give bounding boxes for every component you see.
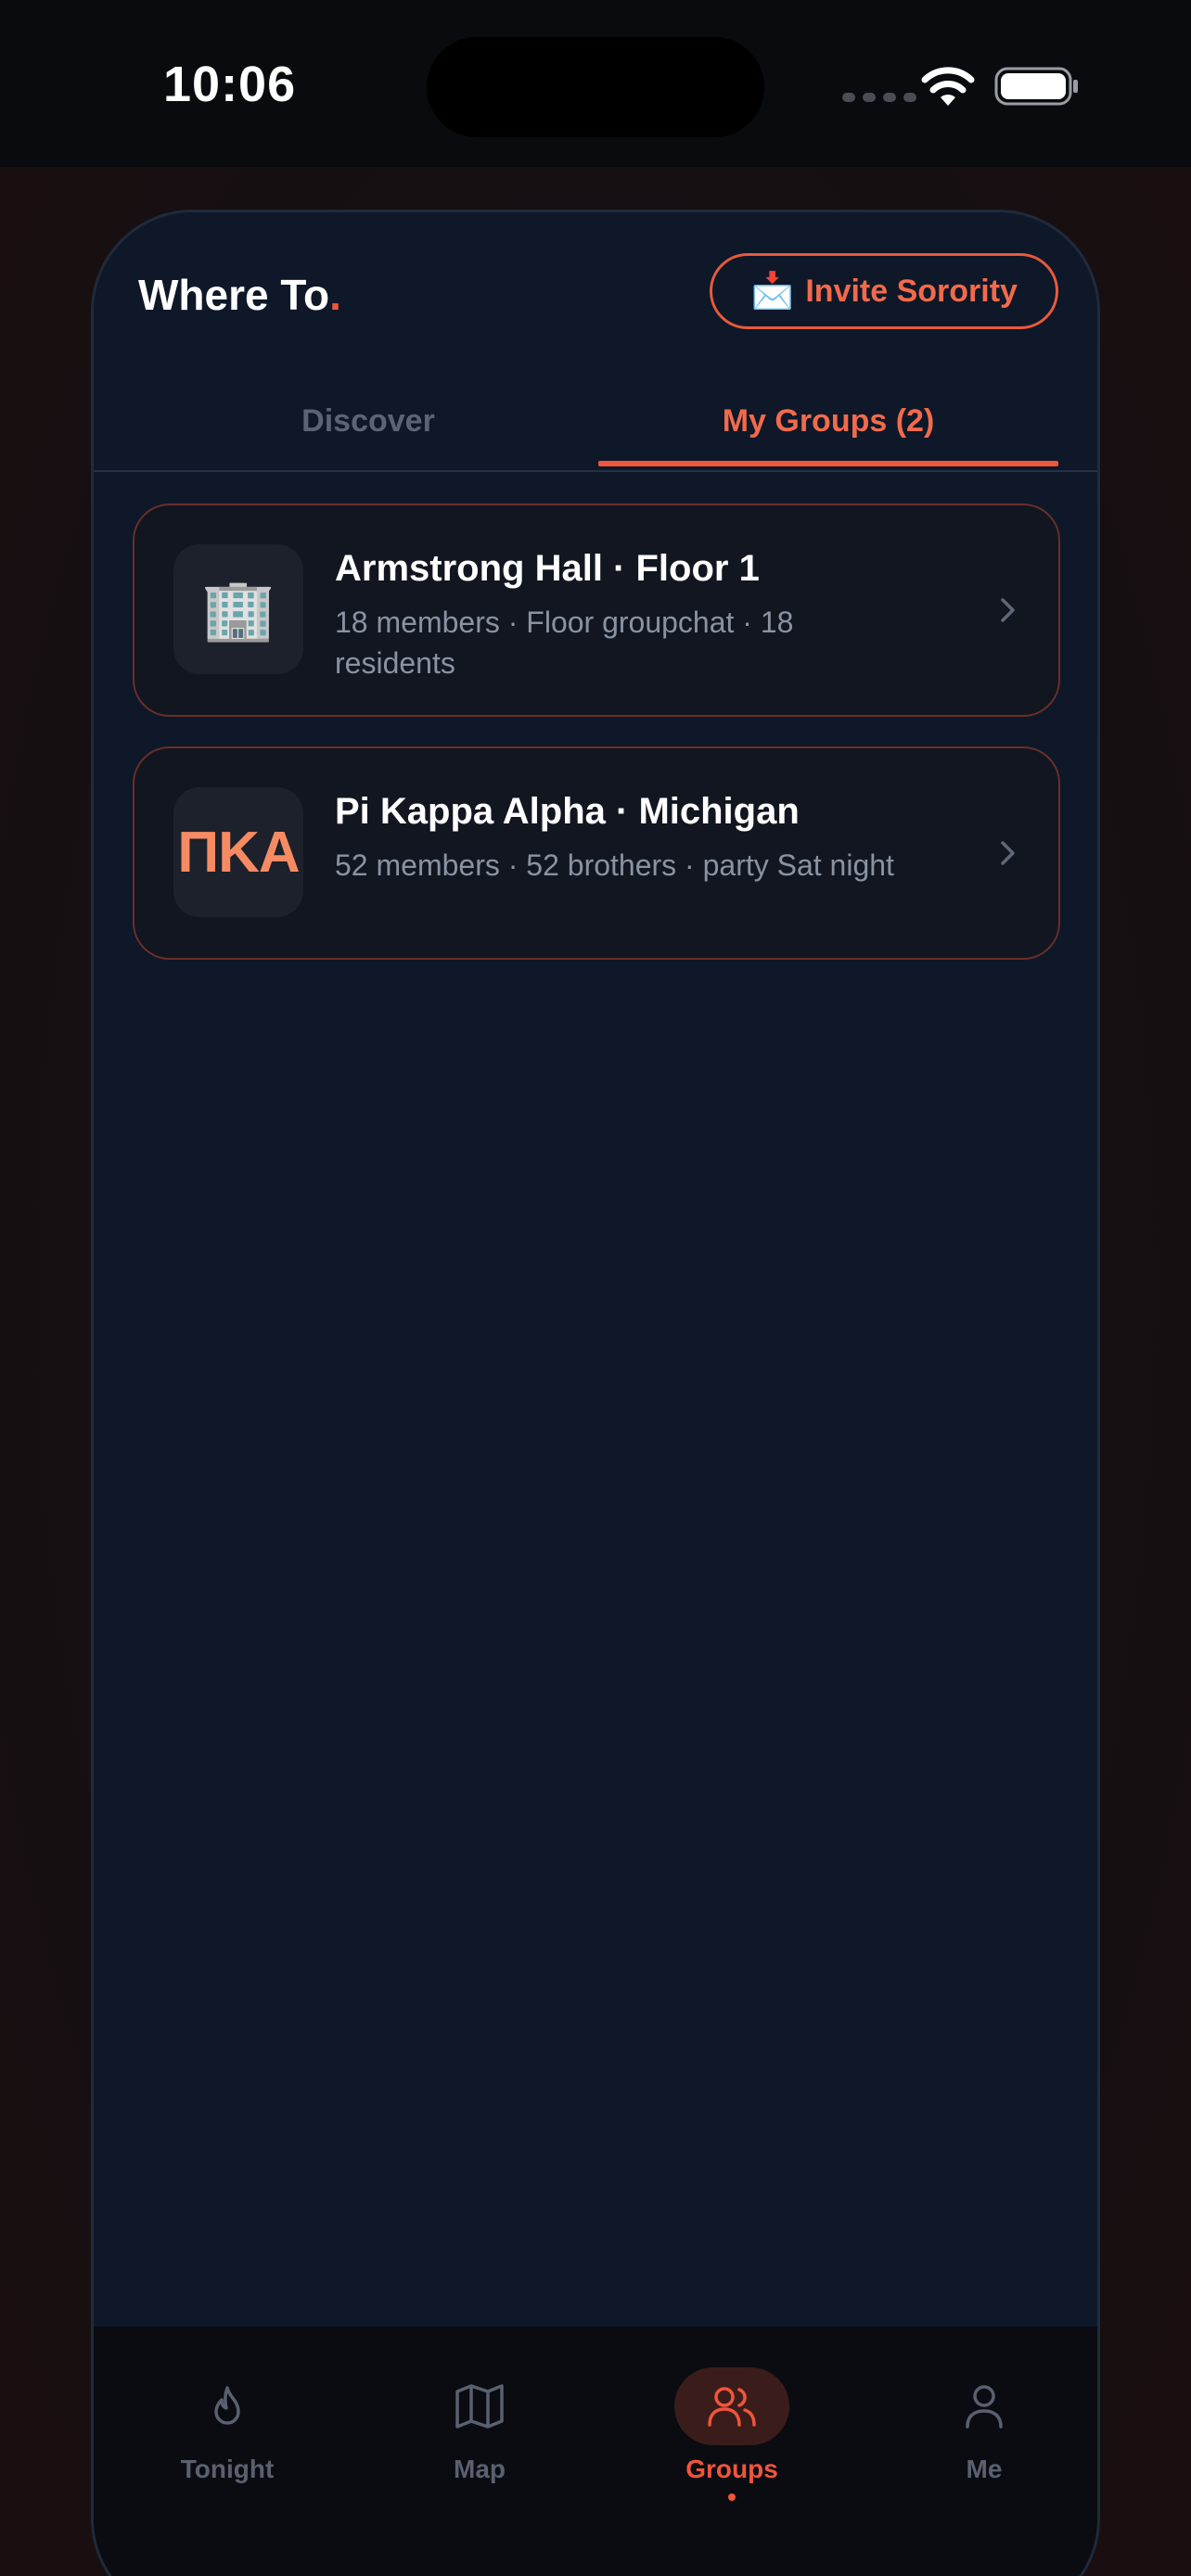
tab-my-groups[interactable]: My Groups (2) — [598, 370, 1058, 472]
chevron-right-icon — [1001, 841, 1015, 865]
envelope-icon: 📩 — [750, 272, 795, 311]
nav-label: Me — [966, 2455, 1003, 2483]
chevron-right-icon — [1001, 598, 1015, 622]
group-name: Pi Kappa Alpha · Michigan — [335, 791, 800, 832]
nav-icon-wrap — [927, 2367, 1042, 2445]
group-meta: 18 members · Floor groupchat · 18 reside… — [335, 606, 794, 680]
group-card[interactable]: 🏢 Armstrong Hall · Floor 1 18 members · … — [133, 504, 1060, 717]
nav-item-me[interactable]: Me — [891, 2367, 1077, 2516]
user-icon — [966, 2385, 1003, 2429]
group-list: 🏢 Armstrong Hall · Floor 1 18 members · … — [133, 504, 1060, 989]
group-avatar: 🏢 — [173, 544, 303, 674]
flame-icon — [214, 2386, 240, 2425]
group-tabs: Discover My Groups (2) — [94, 370, 1097, 472]
group-name: Armstrong Hall · Floor 1 — [335, 548, 760, 589]
nav-label: Tonight — [180, 2455, 275, 2483]
nav-icon-wrap — [422, 2367, 537, 2445]
group-card[interactable]: ΠΚΑ Pi Kappa Alpha · Michigan 52 members… — [133, 746, 1060, 960]
invite-button-label: Invite Sorority — [805, 273, 1018, 309]
building-icon: 🏢 — [201, 575, 275, 644]
users-icon — [708, 2387, 756, 2427]
app-title-text: Where To — [138, 271, 330, 319]
battery-icon — [994, 67, 1078, 106]
group-avatar-letters: ΠΚΑ — [177, 820, 300, 885]
nav-item-map[interactable]: Map — [387, 2367, 572, 2516]
bottom-nav: Tonight Map Groups Me — [94, 2327, 1097, 2576]
app-title-dot: . — [329, 271, 341, 319]
status-bar: 10:06 — [0, 0, 1191, 167]
app-title: Where To. — [138, 270, 341, 320]
invite-sorority-button[interactable]: 📩 Invite Sorority — [710, 253, 1058, 329]
app-header: Where To. 📩 Invite Sorority — [94, 212, 1097, 370]
active-tab-indicator — [598, 461, 1058, 466]
nav-label: Map — [454, 2455, 506, 2483]
nav-label: Groups — [685, 2455, 778, 2483]
dynamic-island — [427, 37, 764, 137]
map-icon — [455, 2384, 504, 2429]
nav-active-dot — [728, 2493, 736, 2501]
wifi-icon — [921, 67, 975, 106]
nav-icon-wrap — [170, 2367, 285, 2445]
app-screen: 10:06 Where To. 📩 Invite Sorority Discov… — [0, 0, 1191, 2576]
nav-item-groups[interactable]: Groups — [639, 2367, 825, 2516]
nav-item-tonight[interactable]: Tonight — [134, 2367, 320, 2516]
status-time: 10:06 — [163, 57, 297, 112]
nav-icon-wrap — [674, 2367, 789, 2445]
group-meta: 52 members · 52 brothers · party Sat nig… — [335, 848, 894, 882]
app-container: Where To. 📩 Invite Sorority Discover My … — [91, 210, 1100, 2576]
cellular-signal-icon — [842, 93, 916, 102]
group-avatar: ΠΚΑ — [173, 787, 303, 917]
tab-discover[interactable]: Discover — [138, 370, 598, 472]
